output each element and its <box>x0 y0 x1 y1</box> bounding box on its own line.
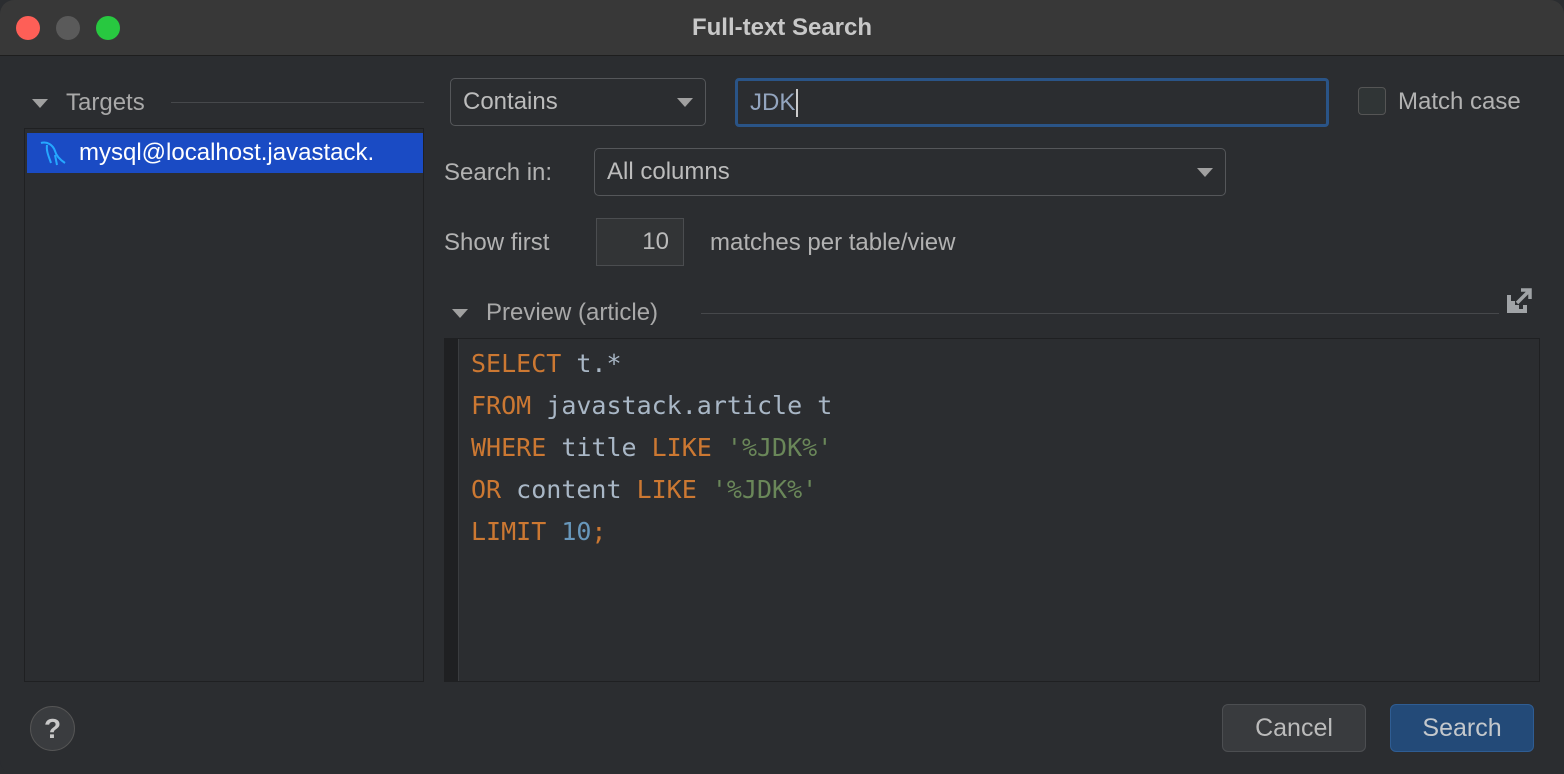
code-token: LIKE <box>636 475 697 504</box>
title-bar: Full-text Search <box>0 0 1564 56</box>
code-token: title <box>546 433 652 462</box>
match-mode-value: Contains <box>463 88 558 115</box>
code-token: SELECT <box>471 349 562 378</box>
window-title: Full-text Search <box>691 14 873 41</box>
match-case-checkbox[interactable] <box>1358 87 1386 115</box>
match-mode-dropdown[interactable]: Contains <box>450 78 706 126</box>
search-button[interactable]: Search <box>1390 704 1534 752</box>
code-line: SELECT t.* <box>471 343 832 385</box>
show-first-label: Show first <box>444 229 550 256</box>
code-line: FROM javastack.article t <box>471 385 832 427</box>
preview-collapse-icon[interactable] <box>452 309 468 318</box>
help-button[interactable]: ? <box>30 706 75 751</box>
show-first-input[interactable]: 10 <box>596 218 684 266</box>
per-table-label: matches per table/view <box>710 229 956 256</box>
cancel-button[interactable]: Cancel <box>1222 704 1366 752</box>
target-item-label: mysql@localhost.javastack. <box>79 139 375 166</box>
chevron-down-icon <box>677 98 693 107</box>
text-caret <box>796 88 799 117</box>
search-in-value: All columns <box>607 158 730 185</box>
code-token: FROM <box>471 391 532 420</box>
full-text-search-dialog: Full-text Search Targets mysql@localhost… <box>0 0 1564 774</box>
code-token: 10 <box>546 517 592 546</box>
code-token: WHERE <box>471 433 547 462</box>
code-line: LIMIT 10; <box>471 511 832 553</box>
preview-header: Preview (article) <box>486 299 659 326</box>
sql-preview-editor[interactable]: SELECT t.* FROM javastack.article t WHERE … <box>444 338 1540 682</box>
code-token: LIMIT <box>471 517 547 546</box>
search-query-input[interactable]: JDK <box>735 78 1329 127</box>
code-token: ; <box>591 517 607 546</box>
code-token: OR <box>471 475 502 504</box>
code-token: t.* <box>561 349 622 378</box>
search-in-dropdown[interactable]: All columns <box>594 148 1226 196</box>
code-line: OR content LIKE '%JDK%' <box>471 469 832 511</box>
preview-divider <box>701 313 1499 314</box>
target-item[interactable]: mysql@localhost.javastack. <box>27 133 423 173</box>
open-external-icon[interactable] <box>1507 287 1533 318</box>
search-in-label: Search in: <box>444 159 553 186</box>
targets-list: mysql@localhost.javastack. <box>24 128 424 682</box>
targets-header: Targets <box>66 89 145 116</box>
code-token: '%JDK%' <box>711 433 833 462</box>
code-token: javastack.article t <box>531 391 833 420</box>
match-case-label[interactable]: Match case <box>1398 88 1521 116</box>
sql-code: SELECT t.* FROM javastack.article t WHERE … <box>471 343 832 553</box>
search-query-value: JDK <box>750 88 796 116</box>
targets-divider <box>171 102 424 103</box>
code-token: '%JDK%' <box>696 475 818 504</box>
code-token: content <box>501 475 637 504</box>
mysql-dolphin-icon <box>27 139 79 167</box>
targets-collapse-icon[interactable] <box>32 99 48 108</box>
editor-gutter <box>445 339 459 681</box>
code-token: LIKE <box>651 433 712 462</box>
code-line: WHERE title LIKE '%JDK%' <box>471 427 832 469</box>
chevron-down-icon <box>1197 168 1213 177</box>
